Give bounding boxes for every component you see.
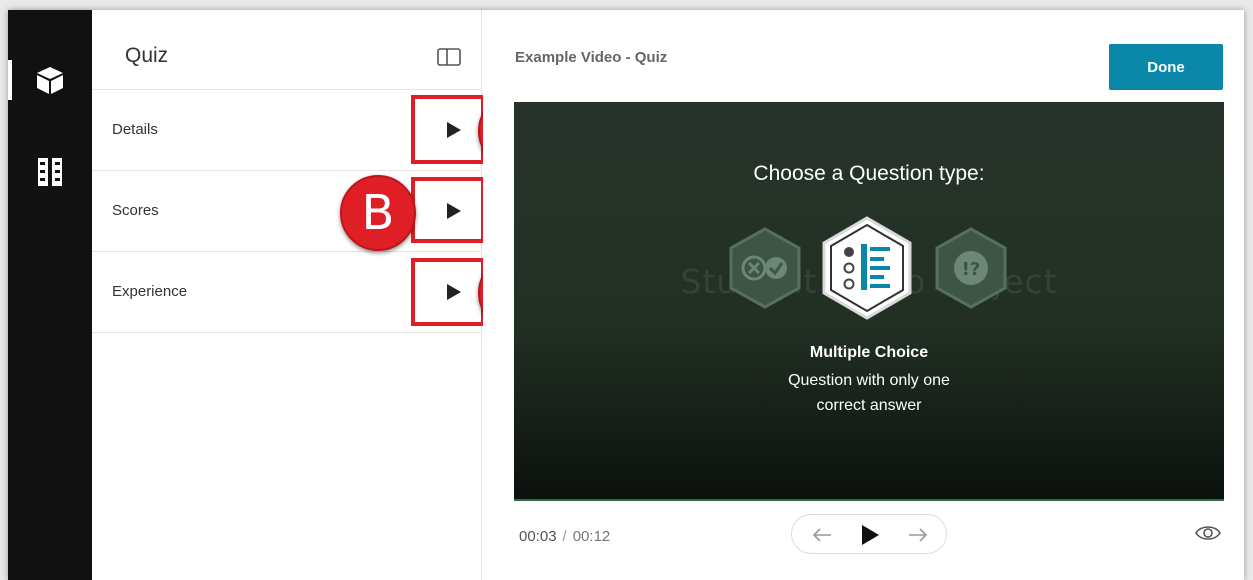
multiple-choice-icon[interactable]	[821, 215, 913, 326]
video-title: Example Video - Quiz	[515, 49, 668, 66]
next-arrow-icon[interactable]	[900, 515, 936, 555]
callout-badge-b: B	[340, 175, 416, 251]
panel-header: Quiz	[92, 10, 482, 90]
callout-box-c	[411, 258, 485, 326]
rail-item-media[interactable]	[8, 144, 92, 200]
callout-box-b	[411, 177, 485, 243]
reflection-icon[interactable]: !?	[935, 227, 1007, 314]
video-player[interactable]: Student Video Project Choose a Question …	[514, 102, 1224, 499]
callout-box-a	[411, 95, 485, 164]
current-time: 00:03	[519, 528, 557, 545]
section-label: Experience	[112, 283, 188, 300]
time-separator: /	[562, 528, 567, 545]
true-false-icon[interactable]	[729, 227, 801, 314]
main-area: Example Video - Quiz Done Student Video …	[483, 10, 1244, 580]
panel-title: Quiz	[125, 44, 169, 67]
play-icon[interactable]	[852, 515, 888, 555]
quiz-editor-window: Quiz Details Scores Experience A B C	[8, 10, 1244, 580]
question-type-prompt: Choose a Question type:	[753, 162, 985, 185]
previous-arrow-icon[interactable]	[804, 515, 840, 555]
section-label: Details	[112, 121, 158, 138]
eye-icon[interactable]	[1195, 524, 1221, 547]
svg-text:!?: !?	[962, 259, 981, 280]
time-display: 00:03 / 00:12	[519, 528, 610, 545]
film-strip-icon	[38, 158, 62, 186]
total-time: 00:12	[572, 528, 611, 545]
side-rail	[8, 10, 92, 580]
question-type-description-line2: correct answer	[816, 397, 922, 414]
playback-controls	[791, 514, 947, 554]
video-timeline[interactable]	[514, 499, 1224, 501]
section-label: Scores	[112, 202, 159, 219]
question-type-description-line1: Question with only one	[788, 372, 950, 389]
rail-item-quiz[interactable]	[8, 52, 92, 108]
cube-icon	[35, 65, 65, 95]
done-button[interactable]: Done	[1109, 44, 1223, 90]
question-type-name: Multiple Choice	[809, 344, 929, 361]
panel-collapse-icon[interactable]	[437, 48, 461, 66]
